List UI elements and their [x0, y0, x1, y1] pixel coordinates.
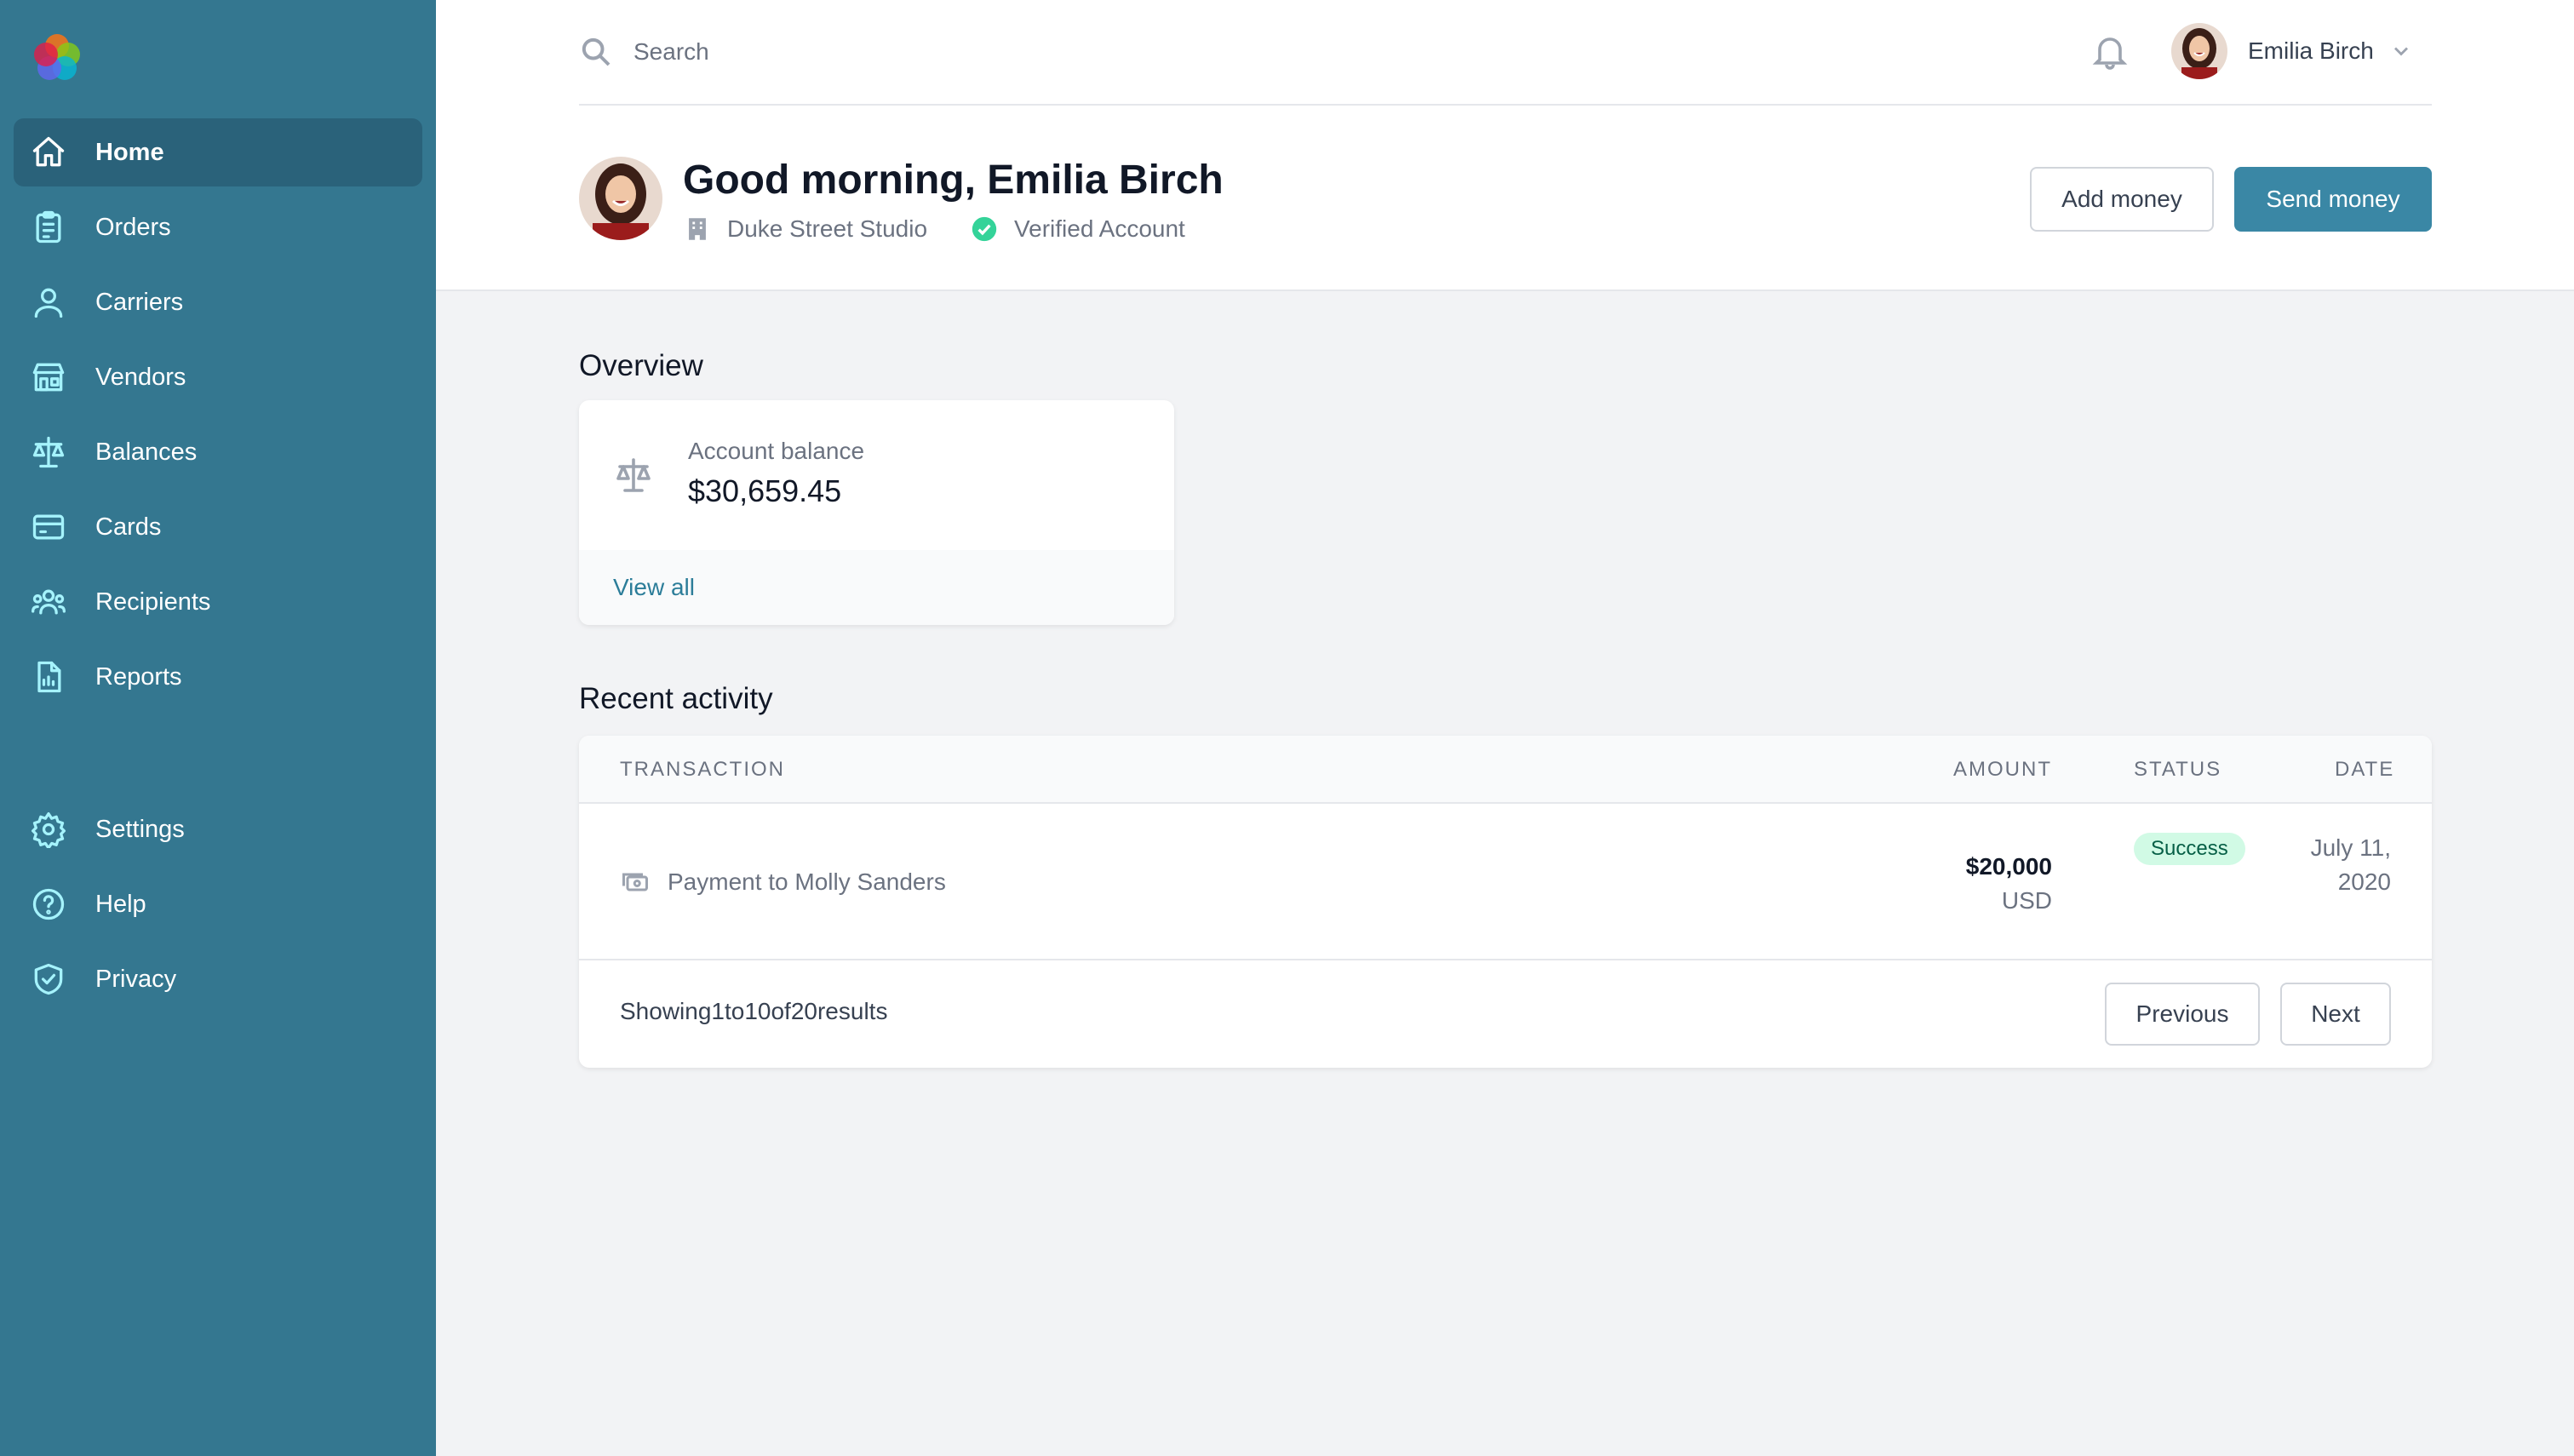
- chevron-down-icon: [2389, 39, 2413, 63]
- scale-icon: [613, 455, 654, 496]
- amount-cell: $20,000 USD: [1966, 850, 2052, 918]
- card-footer: View all: [579, 550, 1174, 625]
- recent-activity-heading: Recent activity: [579, 682, 773, 715]
- home-icon: [29, 133, 68, 172]
- scale-icon: [29, 433, 68, 472]
- results-summary: Showing1to10of20results: [620, 998, 888, 1024]
- amount-value: $20,000: [1965, 853, 2052, 880]
- company-name: Duke Street Studio: [727, 215, 928, 242]
- card-value: $30,659.45: [688, 473, 842, 508]
- sidebar-item-label: Privacy: [95, 965, 177, 993]
- office-building-icon: [683, 215, 712, 244]
- send-money-button[interactable]: Send money: [2234, 167, 2432, 232]
- user-name: Emilia Birch: [2248, 37, 2374, 64]
- previous-page-button[interactable]: Previous: [2105, 983, 2260, 1046]
- sidebar-item-privacy[interactable]: Privacy: [14, 945, 422, 1013]
- sidebar-item-label: Reports: [95, 662, 182, 691]
- question-circle-icon: [29, 885, 68, 924]
- table-header: TRANSACTION AMOUNT STATUS DATE: [579, 736, 2432, 804]
- sidebar-item-label: Vendors: [95, 363, 186, 391]
- sidebar-item-label: Help: [95, 890, 146, 918]
- sidebar-item-reports[interactable]: Reports: [14, 643, 422, 711]
- sidebar-item-label: Cards: [95, 513, 162, 541]
- notifications-bell-icon[interactable]: [2090, 31, 2130, 72]
- cash-icon: [620, 867, 651, 897]
- sidebar-item-label: Home: [95, 138, 164, 166]
- overview-heading: Overview: [579, 349, 703, 382]
- profile-avatar: [579, 157, 662, 240]
- card-body: Account balance $30,659.45: [579, 400, 1174, 550]
- sidebar-item-orders[interactable]: Orders: [14, 193, 422, 261]
- user-icon: [29, 283, 68, 322]
- document-report-icon: [29, 657, 68, 696]
- pagination: Showing1to10of20results Previous Next: [579, 960, 2432, 1066]
- sidebar: Home Orders Carriers Vendors Balances Ca…: [0, 0, 436, 1456]
- sidebar-item-carriers[interactable]: Carriers: [14, 268, 422, 336]
- date-cell: July 11, 2020: [2310, 834, 2391, 895]
- app-logo[interactable]: [29, 29, 85, 85]
- shield-check-icon: [29, 960, 68, 999]
- sidebar-item-label: Settings: [95, 815, 185, 843]
- card-label: Account balance: [688, 438, 865, 464]
- activity-table: TRANSACTION AMOUNT STATUS DATE Payment t…: [579, 736, 2432, 1068]
- sidebar-item-label: Carriers: [95, 288, 184, 316]
- transaction-cell: Payment to Molly Sanders: [620, 867, 946, 897]
- column-header-status: STATUS: [2134, 758, 2222, 781]
- sidebar-item-settings[interactable]: Settings: [14, 795, 422, 863]
- search-icon: [579, 35, 613, 69]
- column-header-date: DATE: [2335, 758, 2395, 781]
- sidebar-item-label: Recipients: [95, 588, 211, 616]
- sidebar-item-recipients[interactable]: Recipients: [14, 568, 422, 636]
- user-menu[interactable]: Emilia Birch: [2171, 22, 2413, 80]
- storefront-icon: [29, 358, 68, 397]
- column-header-amount: AMOUNT: [1953, 758, 2052, 781]
- sidebar-item-balances[interactable]: Balances: [14, 418, 422, 486]
- secondary-nav: Settings Help Privacy: [14, 795, 422, 1020]
- next-page-button[interactable]: Next: [2280, 983, 2391, 1046]
- header: Emilia Birch Good morning, Emilia Birch …: [436, 0, 2574, 291]
- view-all-link[interactable]: View all: [613, 574, 695, 601]
- sidebar-item-cards[interactable]: Cards: [14, 493, 422, 561]
- greeting-meta: Duke Street Studio Verified Account: [683, 215, 1224, 244]
- account-balance-card: Account balance $30,659.45 View all: [579, 400, 1174, 625]
- page-title: Good morning, Emilia Birch: [683, 158, 1224, 203]
- column-header-transaction: TRANSACTION: [620, 758, 786, 781]
- sidebar-item-home[interactable]: Home: [14, 118, 422, 186]
- gear-icon: [29, 810, 68, 849]
- sidebar-item-vendors[interactable]: Vendors: [14, 343, 422, 411]
- avatar: [2171, 23, 2227, 79]
- search-bar: [579, 0, 2432, 106]
- sidebar-item-label: Orders: [95, 213, 171, 241]
- search-input[interactable]: [633, 38, 1485, 66]
- clipboard-icon: [29, 208, 68, 247]
- verified-status: Verified Account: [1014, 215, 1185, 242]
- add-money-button[interactable]: Add money: [2030, 167, 2214, 232]
- greeting: Good morning, Emilia Birch Duke Street S…: [579, 157, 1224, 244]
- check-circle-icon: [970, 215, 999, 244]
- status-badge: Success: [2134, 833, 2245, 865]
- user-group-icon: [29, 582, 68, 622]
- credit-card-icon: [29, 507, 68, 547]
- amount-currency: USD: [2001, 887, 2052, 914]
- sidebar-item-label: Balances: [95, 438, 198, 466]
- table-row[interactable]: Payment to Molly Sanders $20,000 USD Suc…: [579, 804, 2432, 960]
- transaction-description: Payment to Molly Sanders: [668, 868, 946, 895]
- sidebar-item-help[interactable]: Help: [14, 870, 422, 938]
- primary-nav: Home Orders Carriers Vendors Balances Ca…: [14, 118, 422, 718]
